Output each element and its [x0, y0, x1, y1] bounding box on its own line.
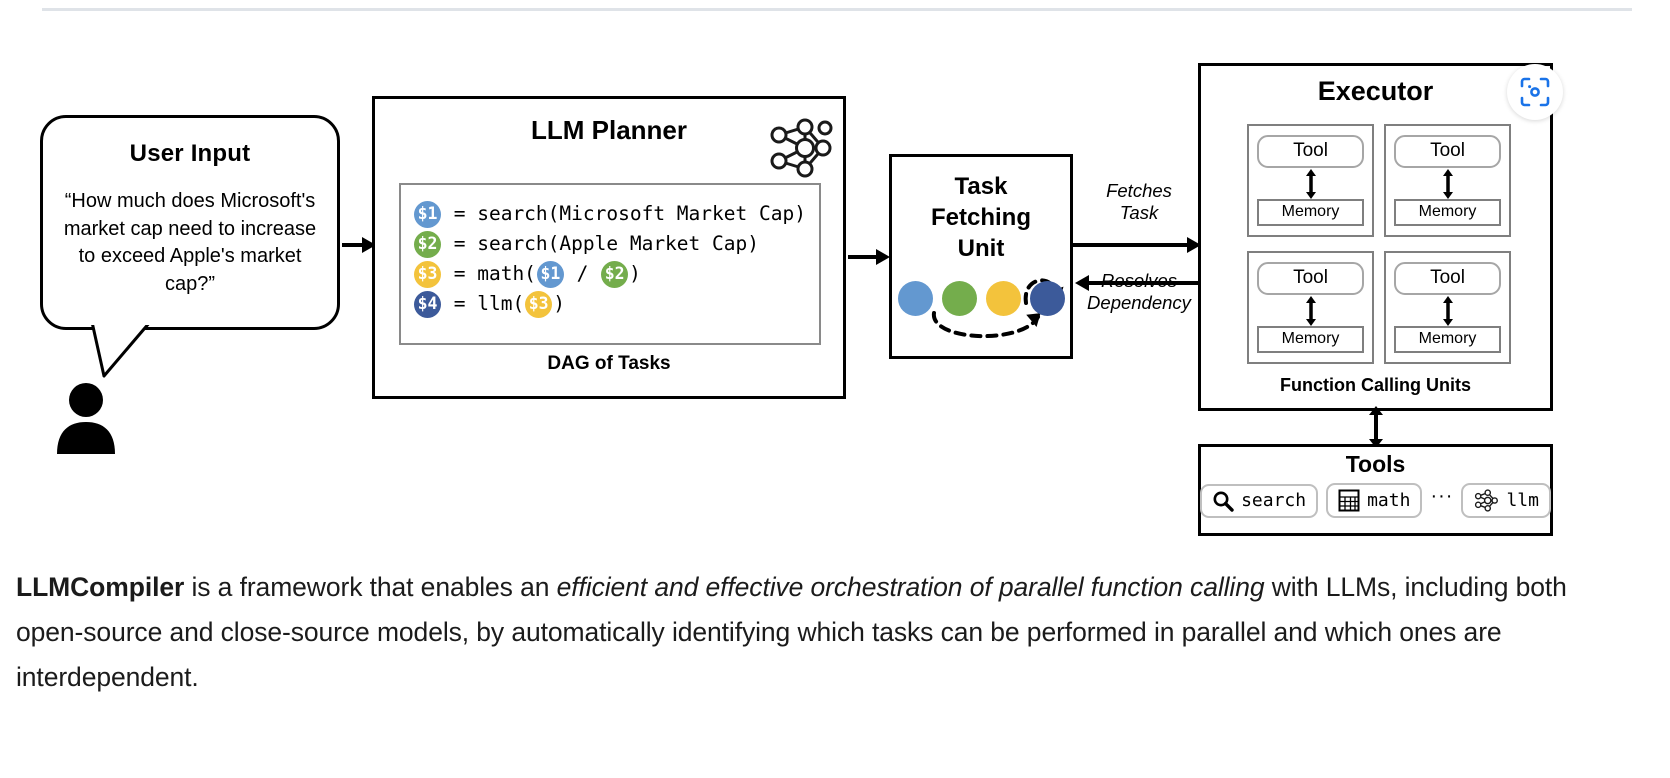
memory-label: Memory [1257, 326, 1364, 353]
queue-dot-2 [941, 281, 977, 316]
magnifier-icon [1213, 491, 1234, 512]
lens-scan-button[interactable] [1507, 64, 1563, 120]
tool-memory-link-icon [1304, 295, 1318, 326]
label-fetches-task-l1: Fetches [1106, 180, 1172, 201]
dag-caption: DAG of Tasks [547, 353, 671, 374]
tool-memory-link-icon [1441, 168, 1455, 199]
arrow-planner-to-tfu [848, 249, 890, 265]
dag-line-3-text: = math( [442, 262, 536, 285]
dag-code-block: $1 = search(Microsoft Market Cap) $2 = s… [399, 183, 821, 345]
task-ref-2: $2 [601, 260, 629, 288]
dag-line-4-suffix: ) [553, 292, 565, 315]
user-input-question: “How much does Microsoft's market cap ne… [63, 190, 317, 295]
task-var-3: $3 [414, 260, 441, 288]
architecture-diagram: User Input “How much does Microsoft's ma… [0, 20, 1670, 540]
caption-part-2: is a framework that enables an [184, 572, 557, 602]
label-fetches-task: Fetches Task [1083, 180, 1195, 224]
dag-line-3-op: / [564, 262, 601, 285]
calculator-icon [1338, 489, 1360, 512]
label-resolves-dependency-l2: Dependency [1087, 292, 1191, 313]
tfu-title-line-1: Task [954, 173, 1008, 200]
task-var-2: $2 [414, 230, 441, 258]
function-calling-units-grid: Tool Memory Tool Memory Tool Memory Tool… [1247, 124, 1511, 364]
user-input-title: User Input [129, 140, 251, 167]
dag-line-1: $1 = search(Microsoft Market Cap) [413, 199, 819, 229]
function-calling-unit: Tool Memory [1247, 251, 1374, 364]
dag-line-2: $2 = search(Apple Market Cap) [413, 229, 819, 259]
task-var-4: $4 [414, 290, 441, 318]
tool-chip-search-label: search [1241, 490, 1307, 511]
memory-label: Memory [1394, 326, 1501, 353]
label-fetches-task-l2: Task [1119, 202, 1159, 223]
user-input-bubble: User Input “How much does Microsoft's ma… [40, 115, 340, 330]
person-icon [57, 383, 115, 454]
tool-chip-math[interactable]: math [1326, 483, 1423, 518]
function-calling-units-caption: Function Calling Units [1280, 375, 1471, 395]
function-calling-unit: Tool Memory [1247, 124, 1374, 237]
tool-chip-llm[interactable]: llm [1461, 483, 1551, 518]
llm-planner-box: LLM Planner $1 = search(Microsoft Market… [372, 96, 846, 399]
task-fetching-unit-box: Task Fetching Unit [889, 154, 1073, 359]
queue-dot-1 [897, 281, 933, 316]
caption-bold-term: LLMCompiler [16, 572, 185, 602]
tool-label: Tool [1394, 262, 1501, 295]
task-ref-1: $1 [536, 260, 564, 288]
tools-ellipsis: ··· [1430, 485, 1454, 507]
dag-line-4-text: = llm( [442, 292, 525, 315]
tool-memory-link-icon [1441, 295, 1455, 326]
task-var-1: $1 [414, 200, 441, 228]
label-resolves-dependency: Resolves Dependency [1073, 270, 1205, 314]
tool-chip-list: search math ··· llm [1200, 483, 1551, 518]
dag-line-4: $4 = llm($3) [413, 289, 819, 319]
function-calling-unit: Tool Memory [1384, 251, 1511, 364]
neural-network-icon [1475, 489, 1499, 512]
function-calling-unit: Tool Memory [1384, 124, 1511, 237]
queue-dot-4 [1029, 281, 1065, 316]
dag-line-1-text: = search(Microsoft Market Cap) [442, 202, 806, 225]
memory-label: Memory [1394, 199, 1501, 226]
tfu-title: Task Fetching Unit [892, 171, 1070, 264]
tool-label: Tool [1257, 262, 1364, 295]
dag-line-3-suffix: ) [629, 262, 641, 285]
caption-italic-phrase: efficient and effective orchestration of… [556, 572, 1265, 602]
label-resolves-dependency-l1: Resolves [1100, 270, 1178, 291]
dag-line-2-text: = search(Apple Market Cap) [442, 232, 759, 255]
top-divider [42, 8, 1632, 11]
task-queue-dots [892, 281, 1070, 316]
tool-memory-link-icon [1304, 168, 1318, 199]
queue-dot-3 [985, 281, 1021, 316]
tools-box: Tools search math ··· llm [1198, 444, 1553, 536]
tool-label: Tool [1257, 135, 1364, 168]
tfu-title-line-2: Fetching [931, 204, 1031, 231]
executor-title: Executor [1317, 76, 1434, 106]
arrow-executor-tools [1369, 406, 1383, 448]
memory-label: Memory [1257, 199, 1364, 226]
lens-scan-icon [1520, 77, 1550, 107]
task-ref-3: $3 [525, 290, 553, 318]
speech-bubble-tail [90, 320, 152, 378]
tool-chip-math-label: math [1367, 490, 1411, 511]
neural-network-icon [770, 118, 833, 178]
tool-chip-search[interactable]: search [1200, 483, 1319, 518]
executor-box: Executor Tool Memory Tool Memory Tool Me… [1198, 63, 1553, 411]
tools-title: Tools [1345, 451, 1406, 477]
figure-caption: LLMCompiler is a framework that enables … [16, 565, 1576, 700]
tool-label: Tool [1394, 135, 1501, 168]
dag-line-3: $3 = math($1 / $2) [413, 259, 819, 289]
tool-chip-llm-label: llm [1506, 490, 1539, 511]
